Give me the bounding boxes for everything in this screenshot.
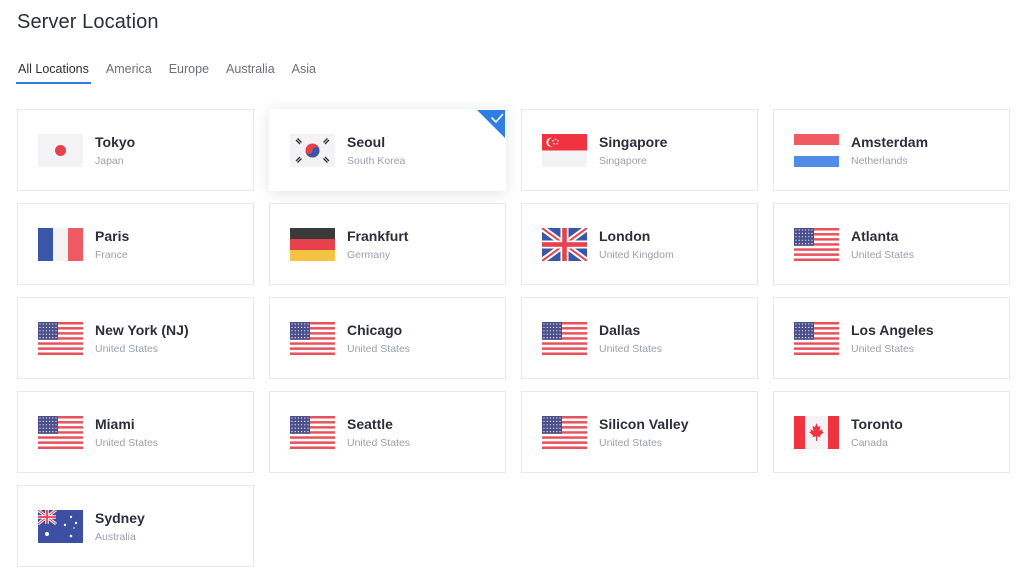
location-country: United States [95,343,159,355]
location-city: Toronto [851,416,903,432]
location-country: France [95,249,128,261]
germany-flag-icon [290,228,335,261]
location-city: Singapore [599,134,668,150]
location-card-toronto[interactable]: Toronto Canada [773,391,1010,473]
japan-flag-icon [38,134,83,167]
canada-flag-icon [794,416,839,449]
usa-flag-icon [38,416,83,449]
location-city: Atlanta [851,228,899,244]
location-country: Australia [95,531,136,543]
location-card-chicago[interactable]: Chicago United States [269,297,506,379]
location-city: London [599,228,651,244]
tab-all-locations[interactable]: All Locations [16,60,91,84]
location-tabs: All Locations America Europe Australia A… [16,60,333,84]
south-korea-flag-icon [290,134,335,167]
france-flag-icon [38,228,83,261]
location-card-frankfurt[interactable]: Frankfurt Germany [269,203,506,285]
location-card-silicon-valley[interactable]: Silicon Valley United States [521,391,758,473]
location-city: Frankfurt [347,228,409,244]
location-card-miami[interactable]: Miami United States [17,391,254,473]
location-country: United States [599,343,663,355]
tab-australia[interactable]: Australia [226,60,275,84]
location-country: Singapore [599,155,647,167]
location-city: Silicon Valley [599,416,689,432]
location-city: Miami [95,416,135,432]
location-city: Tokyo [95,134,136,150]
location-city: Seoul [347,134,386,150]
usa-flag-icon [38,322,83,355]
australia-flag-icon [38,510,83,543]
usa-flag-icon [794,228,839,261]
location-card-singapore[interactable]: Singapore Singapore [521,109,758,191]
usa-flag-icon [542,416,587,449]
page-title: Server Location [17,11,159,33]
location-city: Seattle [347,416,393,432]
usa-flag-icon [290,322,335,355]
tab-europe[interactable]: Europe [169,60,209,84]
location-country: United States [851,343,915,355]
singapore-flag-icon [542,134,587,167]
location-country: Canada [851,437,888,449]
location-country: United Kingdom [599,249,674,261]
location-card-atlanta[interactable]: Atlanta United States [773,203,1010,285]
location-country: United States [347,437,411,449]
usa-flag-icon [290,416,335,449]
location-country: United States [599,437,663,449]
location-city: Sydney [95,510,145,526]
location-card-los-angeles[interactable]: Los Angeles United States [773,297,1010,379]
tab-asia[interactable]: Asia [292,60,316,84]
location-country: Germany [347,249,391,261]
selected-check-icon [477,110,505,138]
location-country: United States [851,249,915,261]
usa-flag-icon [794,322,839,355]
location-city: Paris [95,228,130,244]
location-city: Amsterdam [851,134,929,150]
location-country: United States [95,437,159,449]
location-card-dallas[interactable]: Dallas United States [521,297,758,379]
server-location-page: Server Location All Locations America Eu… [0,0,1024,576]
location-card-tokyo[interactable]: Tokyo Japan [17,109,254,191]
location-card-sydney[interactable]: Sydney Australia [17,485,254,567]
location-card-amsterdam[interactable]: Amsterdam Netherlands [773,109,1010,191]
location-city: Los Angeles [851,322,934,338]
location-country: Japan [95,155,124,167]
uk-flag-icon [542,228,587,261]
location-city: Dallas [599,322,641,338]
location-card-london[interactable]: London United Kingdom [521,203,758,285]
location-card-paris[interactable]: Paris France [17,203,254,285]
location-city: Chicago [347,322,403,338]
tab-america[interactable]: America [106,60,152,84]
location-card-seattle[interactable]: Seattle United States [269,391,506,473]
location-card-seoul[interactable]: Seoul South Korea [269,109,506,191]
netherlands-flag-icon [794,134,839,167]
location-card-new-york-nj[interactable]: New York (NJ) United States [17,297,254,379]
location-country: South Korea [347,155,406,167]
location-city: New York (NJ) [95,322,189,338]
location-country: United States [347,343,411,355]
location-country: Netherlands [851,155,908,167]
usa-flag-icon [542,322,587,355]
